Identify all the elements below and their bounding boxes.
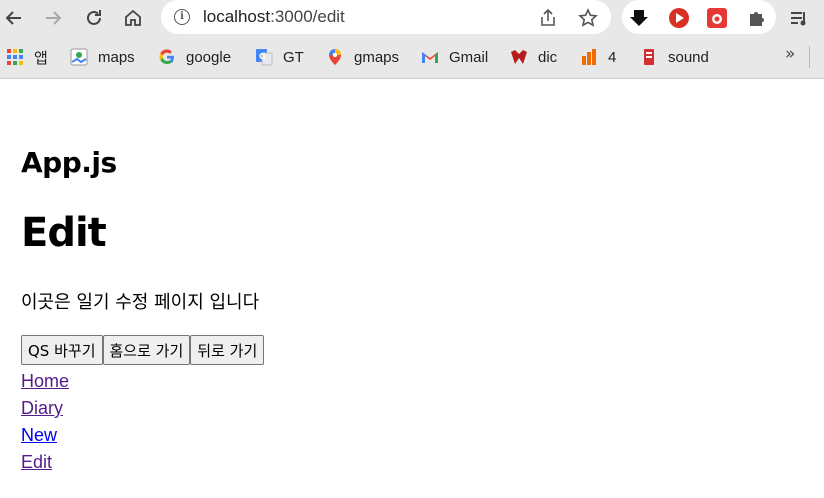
- bookmark-label: Gmail: [449, 48, 489, 66]
- address-bar[interactable]: i localhost:3000/edit: [161, 0, 611, 34]
- browser-toolbar: i localhost:3000/edit: [0, 0, 824, 36]
- gmaps-pin-icon: [326, 48, 344, 66]
- url-host: localhost: [203, 7, 271, 26]
- extensions-puzzle-icon[interactable]: [743, 4, 771, 32]
- bookmark-gmail[interactable]: Gmail: [421, 46, 488, 68]
- google-icon: [158, 48, 176, 66]
- bookmark-sound[interactable]: sound: [640, 46, 709, 68]
- playlist-icon: [791, 12, 806, 26]
- bookmarks-divider: [809, 46, 810, 68]
- link-diary[interactable]: Diary: [21, 395, 69, 422]
- link-new[interactable]: New: [21, 422, 69, 449]
- bars-icon: [580, 48, 598, 66]
- bookmark-google[interactable]: google: [158, 46, 231, 68]
- bookmark-label: sound: [668, 48, 709, 66]
- go-back-button[interactable]: 뒤로 가기: [190, 335, 265, 365]
- share-icon[interactable]: [537, 7, 559, 29]
- bookmark-label: 4: [608, 48, 617, 66]
- gmail-icon: [421, 48, 439, 66]
- sound-icon: [640, 48, 658, 66]
- bookmark-gt[interactable]: G GT: [255, 46, 304, 68]
- route-links: Home Diary New Edit: [21, 368, 69, 476]
- star-bookmark-icon[interactable]: [577, 7, 599, 29]
- bookmark-label: maps: [98, 48, 135, 66]
- bookmark-label: dic: [538, 48, 558, 66]
- reading-list-button[interactable]: [785, 4, 813, 32]
- go-home-button[interactable]: 홈으로 가기: [102, 335, 191, 365]
- home-nav-button[interactable]: [119, 4, 147, 32]
- arrow-right-icon: [46, 11, 62, 25]
- bookmark-gmaps[interactable]: gmaps: [326, 46, 399, 68]
- bookmark-dic[interactable]: dic: [510, 46, 557, 68]
- bookmark-label: google: [186, 48, 232, 66]
- site-info-icon[interactable]: i: [174, 9, 190, 25]
- bookmark-label: 앱: [34, 49, 48, 67]
- bookmark-label: GT: [283, 48, 304, 66]
- reload-icon: [87, 10, 101, 25]
- page-heading: Edit: [21, 210, 107, 256]
- back-nav-button[interactable]: [0, 4, 28, 32]
- download-extension-icon[interactable]: [625, 4, 653, 32]
- change-qs-button[interactable]: QS 바꾸기: [21, 335, 103, 365]
- bookmarks-bar: 앱 maps google G GT gmaps Gmail dic 4 sou…: [0, 36, 824, 79]
- url-text[interactable]: localhost:3000/edit: [203, 7, 345, 27]
- url-path: :3000/edit: [270, 7, 345, 26]
- google-translate-icon: G: [255, 48, 273, 66]
- page-description: 이곳은 일기 수정 페이지 입니다: [21, 292, 260, 313]
- apps-grid-icon: [6, 48, 24, 66]
- bookmark-apps[interactable]: 앱: [6, 46, 48, 68]
- bookmarks-overflow-button[interactable]: »: [785, 44, 795, 64]
- bookmark-4[interactable]: 4: [580, 46, 616, 68]
- forward-nav-button[interactable]: [39, 4, 67, 32]
- maps-icon: [70, 48, 88, 66]
- home-icon: [125, 9, 141, 26]
- extensions-group: [622, 0, 776, 34]
- svg-text:G: G: [259, 52, 266, 61]
- page-content: App.js Edit 이곳은 일기 수정 페이지 입니다 QS 바꾸기 홈으로…: [0, 80, 824, 498]
- arrow-left-icon: [5, 11, 21, 25]
- dictionary-icon: [510, 48, 528, 66]
- bookmark-maps[interactable]: maps: [70, 46, 135, 68]
- play-extension-icon[interactable]: [665, 4, 693, 32]
- red-extension-icon[interactable]: [703, 4, 731, 32]
- link-home[interactable]: Home: [21, 368, 69, 395]
- link-edit[interactable]: Edit: [21, 449, 69, 476]
- app-title: App.js: [21, 146, 117, 179]
- bookmark-label: gmaps: [354, 48, 400, 66]
- reload-button[interactable]: [80, 4, 108, 32]
- button-row: QS 바꾸기 홈으로 가기 뒤로 가기: [21, 335, 265, 365]
